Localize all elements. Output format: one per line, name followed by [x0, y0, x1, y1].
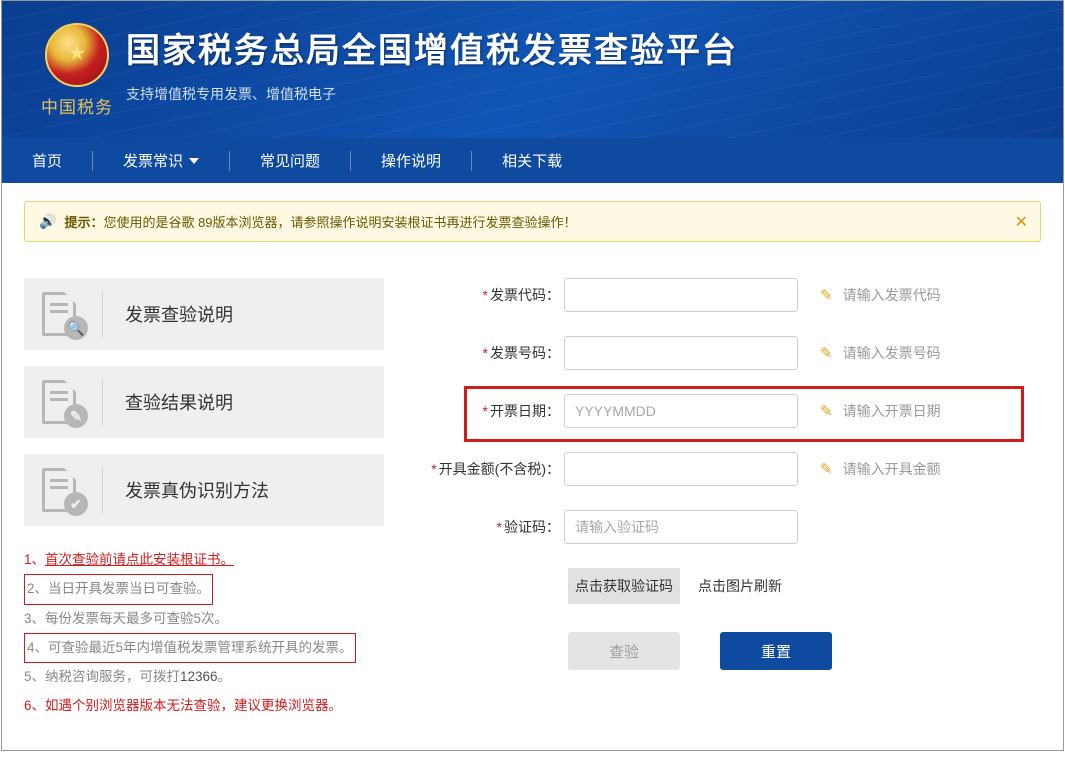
side-label: 发票真伪识别方法 — [125, 477, 269, 503]
doc-search-icon: 🔍 — [36, 288, 88, 340]
check-button[interactable]: 查验 — [568, 632, 680, 670]
pencil-icon: ✎ — [820, 460, 833, 478]
note-5: 5、纳税咨询服务，可拨打12366。 — [24, 663, 384, 691]
notes-list: 1、首次查验前请点此安装根证书。 2、当日开具发票当日可查验。 3、每份发票每天… — [24, 546, 384, 720]
side-label: 查验结果说明 — [125, 389, 233, 415]
get-captcha-button[interactable]: 点击获取验证码 — [568, 568, 680, 604]
doc-shield-icon: ✔ — [36, 464, 88, 516]
tip-banner: 🔊 提示： 您使用的是谷歌 89版本浏览器，请参照操作说明安装根证书再进行发票查… — [24, 201, 1041, 242]
close-icon[interactable]: ✕ — [1015, 212, 1028, 232]
invoice-number-input[interactable] — [564, 336, 798, 370]
reset-button[interactable]: 重置 — [720, 632, 832, 670]
captcha-input[interactable] — [564, 510, 798, 544]
nav-invoice-knowledge[interactable]: 发票常识 — [93, 138, 229, 183]
side-authenticity[interactable]: ✔ 发票真伪识别方法 — [24, 454, 384, 526]
pencil-icon: ✎ — [820, 402, 833, 420]
invoice-code-input[interactable] — [564, 278, 798, 312]
logo-text: 中国税务 — [41, 93, 113, 118]
install-cert-link[interactable]: 首次查验前请点此安装根证书。 — [45, 552, 234, 567]
tip-text: 您使用的是谷歌 89版本浏览器，请参照操作说明安装根证书再进行发票查验操作！ — [103, 212, 576, 231]
note-3: 3、每份发票每天最多可查验5次。 — [24, 605, 384, 633]
nav-instructions[interactable]: 操作说明 — [351, 138, 471, 183]
nav-downloads[interactable]: 相关下载 — [472, 138, 592, 183]
nav-faq[interactable]: 常见问题 — [230, 138, 350, 183]
chevron-down-icon — [189, 158, 199, 164]
note-6: 6、如遇个别浏览器版本无法查验，建议更换浏览器。 — [24, 692, 384, 720]
pencil-icon: ✎ — [820, 344, 833, 362]
side-check-instructions[interactable]: 🔍 发票查验说明 — [24, 278, 384, 350]
hint-text: 请输入开票日期 — [843, 401, 941, 421]
note-4: 4、可查验最近5年内增值税发票管理系统开具的发票。 — [24, 633, 356, 663]
pencil-icon: ✎ — [820, 286, 833, 304]
invoice-amount-input[interactable] — [564, 452, 798, 486]
nav-home[interactable]: 首页 — [2, 138, 92, 183]
tip-prefix: 提示： — [64, 212, 103, 231]
doc-edit-icon: ✎ — [36, 376, 88, 428]
note-2: 2、当日开具发票当日可查验。 — [24, 574, 213, 604]
main-nav: 首页 发票常识 常见问题 操作说明 相关下载 — [2, 138, 1063, 183]
page-title: 国家税务总局全国增值税发票查验平台 — [126, 23, 1033, 72]
tax-emblem-icon — [45, 23, 109, 87]
hint-text: 请输入发票代码 — [843, 285, 941, 305]
side-label: 发票查验说明 — [125, 301, 233, 327]
refresh-captcha-link[interactable]: 点击图片刷新 — [698, 576, 782, 596]
side-result-instructions[interactable]: ✎ 查验结果说明 — [24, 366, 384, 438]
speaker-icon: 🔊 — [39, 213, 56, 230]
page-subtitle: 支持增值税专用发票、增值税电子 — [126, 84, 1033, 104]
invoice-date-input[interactable] — [564, 394, 798, 428]
hint-text: 请输入发票号码 — [843, 343, 941, 363]
hint-text: 请输入开具金额 — [843, 459, 941, 479]
